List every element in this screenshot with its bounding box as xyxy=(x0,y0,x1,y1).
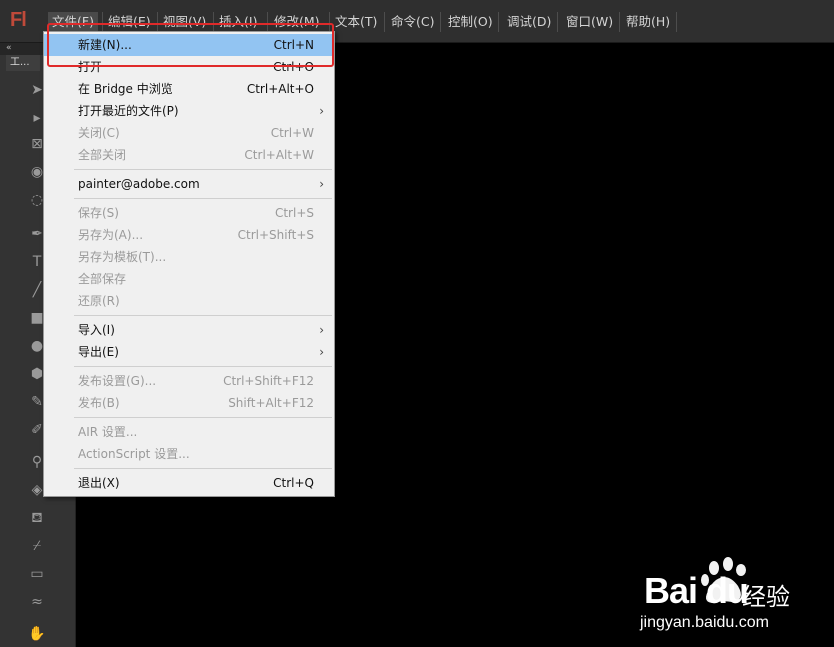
menu-item-save-as-template: 另存为模板(T)... xyxy=(78,250,167,264)
submenu-arrow-icon: › xyxy=(319,104,324,118)
menu-item-save-as: 另存为(A)... Ctrl+Shift+S xyxy=(78,228,314,242)
file-menu-dropdown: 新建(N)... Ctrl+N 打开 Ctrl+O 在 Bridge 中浏览 C… xyxy=(43,31,335,497)
highlight-annotation-box xyxy=(47,23,334,67)
eraser-tool-icon[interactable]: ▭ xyxy=(26,563,48,585)
menu-text[interactable]: 文本(T) xyxy=(331,12,381,32)
menu-separator xyxy=(74,468,332,469)
menu-item-account[interactable]: painter@adobe.com › xyxy=(44,173,334,195)
menu-item-close: 关闭(C) Ctrl+W xyxy=(78,126,314,140)
menu-help[interactable]: 帮助(H) xyxy=(622,12,674,32)
watermark-url: jingyan.baidu.com xyxy=(640,614,769,631)
menu-control[interactable]: 控制(O) xyxy=(444,12,497,32)
jingyan-text: 经验 xyxy=(742,583,790,611)
flash-logo: Fl xyxy=(10,9,27,31)
eyedropper-tool-icon[interactable]: ⌿ xyxy=(26,535,48,557)
hand-tool-icon[interactable]: ✋ xyxy=(26,623,48,645)
tools-panel-tab[interactable]: 工... xyxy=(6,55,40,71)
submenu-arrow-icon: › xyxy=(319,345,324,359)
menu-item-publish-settings: 发布设置(G)... Ctrl+Shift+F12 xyxy=(78,374,314,388)
menu-item-save: 保存(S) Ctrl+S xyxy=(78,206,314,220)
menu-item-browse-bridge[interactable]: 在 Bridge 中浏览 Ctrl+Alt+O xyxy=(44,78,334,100)
menu-separator xyxy=(74,417,332,418)
menu-separator xyxy=(74,315,332,316)
menu-separator xyxy=(74,169,332,170)
menu-item-actionscript-settings: ActionScript 设置... xyxy=(78,447,190,461)
menu-debug[interactable]: 调试(D) xyxy=(503,12,555,32)
menu-window[interactable]: 窗口(W) xyxy=(562,12,617,32)
baidu-brand-text: Bai du xyxy=(644,570,749,611)
ink-bottle-tool-icon[interactable]: ⛾ xyxy=(26,507,48,529)
submenu-arrow-icon: › xyxy=(319,177,324,191)
menu-commands[interactable]: 命令(C) xyxy=(387,12,438,32)
menu-item-air-settings: AIR 设置... xyxy=(78,425,138,439)
menu-item-open-recent[interactable]: 打开最近的文件(P) › xyxy=(44,100,334,122)
menu-separator xyxy=(74,366,332,367)
submenu-arrow-icon: › xyxy=(319,323,324,337)
menu-item-save-all: 全部保存 xyxy=(78,272,127,286)
menu-item-publish: 发布(B) Shift+Alt+F12 xyxy=(78,396,314,410)
collapse-icon[interactable]: « xyxy=(6,43,12,53)
menu-item-close-all: 全部关闭 Ctrl+Alt+W xyxy=(78,148,314,162)
menu-item-revert: 还原(R) xyxy=(78,294,120,308)
menu-item-export[interactable]: 导出(E) › xyxy=(44,341,334,363)
menu-separator xyxy=(74,198,332,199)
menu-item-exit[interactable]: 退出(X) Ctrl+Q xyxy=(44,472,334,494)
width-tool-icon[interactable]: ≈ xyxy=(26,591,48,613)
menu-item-import[interactable]: 导入(I) › xyxy=(44,319,334,341)
